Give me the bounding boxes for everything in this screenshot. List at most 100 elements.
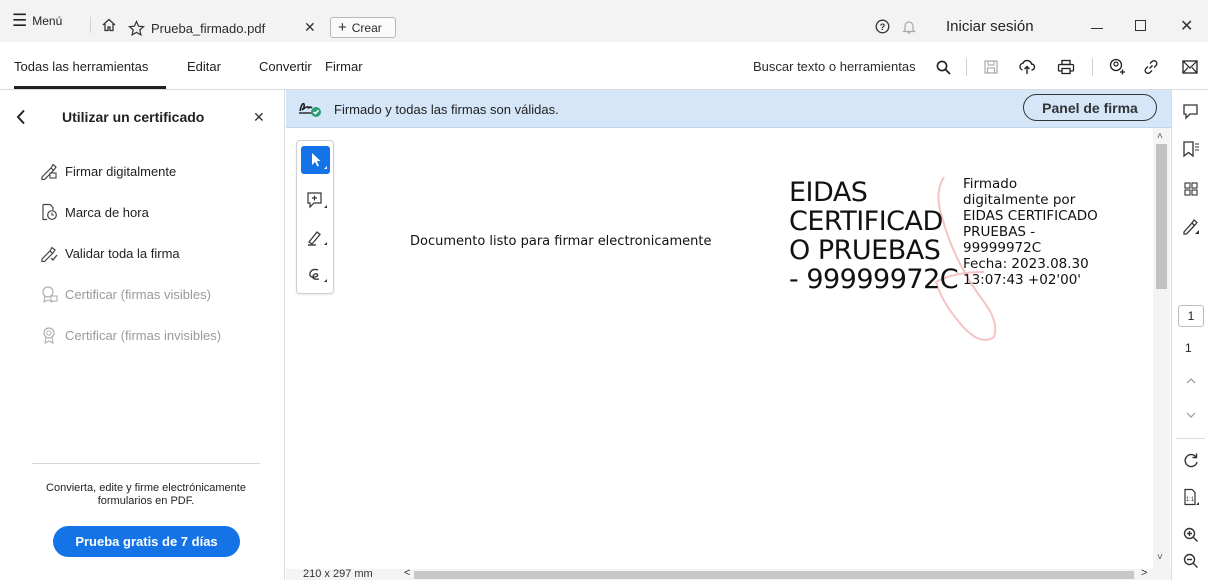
create-button[interactable]: + Crear [330,17,396,38]
tab-sign[interactable]: Firmar [325,59,363,74]
upload-cloud-icon[interactable] [1018,59,1036,75]
draw-freeform-icon[interactable] [306,265,328,285]
search-tools-label[interactable]: Buscar texto o herramientas [753,59,916,74]
tab-title: Prueba_firmado.pdf [151,20,266,36]
select-tool-button[interactable] [301,146,330,174]
share-user-icon[interactable] [1108,58,1126,76]
menu-button[interactable]: ☰ Menú [12,11,63,30]
comment-icon[interactable] [1182,102,1200,120]
horizontal-scroll-thumb[interactable] [414,571,1134,579]
tab-edit[interactable]: Editar [187,59,221,74]
close-tab-icon[interactable]: ✕ [304,19,316,36]
page-number-input[interactable]: 1 [1178,305,1204,327]
scroll-up-icon[interactable]: ˄ [1157,131,1163,142]
tool-validate-all[interactable]: Validar toda la firma [40,244,180,262]
tool-timestamp[interactable]: Marca de hora [40,203,149,221]
valid-signature-icon [298,98,322,118]
main-toolbar: Todas las herramientas Editar Convertir … [0,42,1208,90]
tool-label: Certificar (firmas invisibles) [65,327,222,343]
divider [32,463,260,464]
scroll-down-icon[interactable]: ˅ [1157,552,1163,563]
vertical-scroll-thumb[interactable] [1156,144,1167,289]
signer-name-line: EIDAS [789,177,868,208]
signature-detail-line: PRUEBAS - [963,224,1036,240]
bookmark-icon[interactable] [1182,140,1200,158]
signature-status-banner: Firmado y todas las firmas son válidas. … [286,90,1171,128]
tab-convert[interactable]: Convertir [259,59,312,74]
sign-digital-icon [40,162,58,180]
tool-certify-visible: Certificar (firmas visibles) [40,285,211,303]
horizontal-scrollbar[interactable]: 210 x 297 mm < > [286,567,1171,580]
tool-label: Firmar digitalmente [65,163,177,179]
validate-signature-icon [40,244,58,262]
hamburger-icon: ☰ [12,11,28,30]
create-label: Crear [351,20,382,35]
signature-detail-line: Fecha: 2023.08.30 [963,256,1089,272]
svg-text:1:1: 1:1 [1186,497,1195,503]
signature-panel-label: Panel de firma [1042,99,1138,116]
signer-name-line: CERTIFICAD [789,206,943,237]
promo-text: Convierta, edite y firme electrónicament… [46,482,246,507]
left-tools-panel: Utilizar un certificado ✕ Firmar digital… [0,90,285,580]
maximize-icon[interactable] [1135,20,1146,31]
signature-details-block: Firmado digitalmente por EIDAS CERTIFICA… [963,176,1098,288]
signer-name-block: EIDAS CERTIFICAD O PRUEBAS - 99999972C [789,177,959,295]
save-icon[interactable] [983,59,999,75]
active-tab-indicator [14,86,166,89]
sign-in-link[interactable]: Iniciar sesión [946,18,1034,35]
signature-detail-line: Firmado [963,176,1018,192]
svg-text:?: ? [880,22,886,32]
zoom-out-icon[interactable] [1182,552,1200,570]
fit-page-icon[interactable]: 1:1 [1182,488,1200,506]
mail-icon[interactable] [1182,60,1198,74]
tool-certify-invisible: Certificar (firmas invisibles) [40,326,221,344]
link-icon[interactable] [1143,59,1159,75]
document-viewer[interactable]: Documento listo para firmar electronicam… [286,128,1171,580]
signature-status-text: Firmado y todas las firmas son válidas. [334,102,559,117]
highlight-pen-icon[interactable] [306,228,328,248]
page-total: 1 [1185,341,1192,355]
rotate-icon[interactable] [1182,452,1200,470]
document-body-text[interactable]: Documento listo para firmar electronicam… [410,234,712,249]
signature-field[interactable]: EIDAS CERTIFICAD O PRUEBAS - 99999972C F… [786,166,1131,346]
panel-title: Utilizar un certificado [62,109,205,125]
add-comment-icon[interactable] [306,191,328,211]
certify-invisible-icon [40,326,58,344]
document-tab[interactable]: Prueba_firmado.pdf [128,14,265,42]
search-icon[interactable] [936,60,951,75]
menu-label: Menú [32,14,63,28]
panel-close-icon[interactable]: ✕ [253,109,265,126]
tool-label: Marca de hora [65,204,149,220]
timestamp-icon [40,203,58,221]
help-icon[interactable]: ? [875,19,890,34]
signature-detail-line: 99999972C [963,240,1042,256]
divider [1176,438,1205,439]
page-down-icon[interactable] [1185,410,1197,420]
signature-detail-line: 13:07:43 +02'00' [963,272,1082,288]
zoom-in-icon[interactable] [1182,526,1200,544]
signature-detail-line: EIDAS CERTIFICADO [963,208,1098,224]
signature-panel-button[interactable]: Panel de firma [1023,94,1157,121]
signer-name-line: - 99999972C [789,264,959,295]
print-icon[interactable] [1057,59,1075,75]
vertical-scrollbar[interactable]: ˄ ˅ [1153,128,1170,569]
window-close-icon[interactable]: ✕ [1180,16,1193,36]
thumbnails-grid-icon[interactable] [1182,180,1200,198]
tab-all-tools[interactable]: Todas las herramientas [14,59,148,74]
free-trial-button[interactable]: Prueba gratis de 7 días [53,526,240,557]
signature-detail-line: digitalmente por [963,192,1076,208]
scroll-right-icon[interactable]: > [1141,567,1147,579]
quick-tools-bar [296,140,334,294]
notification-bell-icon[interactable] [902,19,916,35]
page-size-label: 210 x 297 mm [303,568,373,580]
back-chevron-icon[interactable] [16,109,26,125]
certify-visible-icon [40,285,58,303]
tool-sign-digitally[interactable]: Firmar digitalmente [40,162,176,180]
minimize-icon[interactable] [1091,28,1103,29]
star-icon[interactable] [128,19,145,37]
title-bar: ☰ Menú Prueba_firmado.pdf ✕ + Crear ? In… [0,0,1208,42]
signature-panel-icon[interactable] [1182,218,1200,236]
page-up-icon[interactable] [1185,376,1197,386]
home-icon[interactable] [101,17,117,33]
scroll-left-icon[interactable]: < [404,567,410,579]
